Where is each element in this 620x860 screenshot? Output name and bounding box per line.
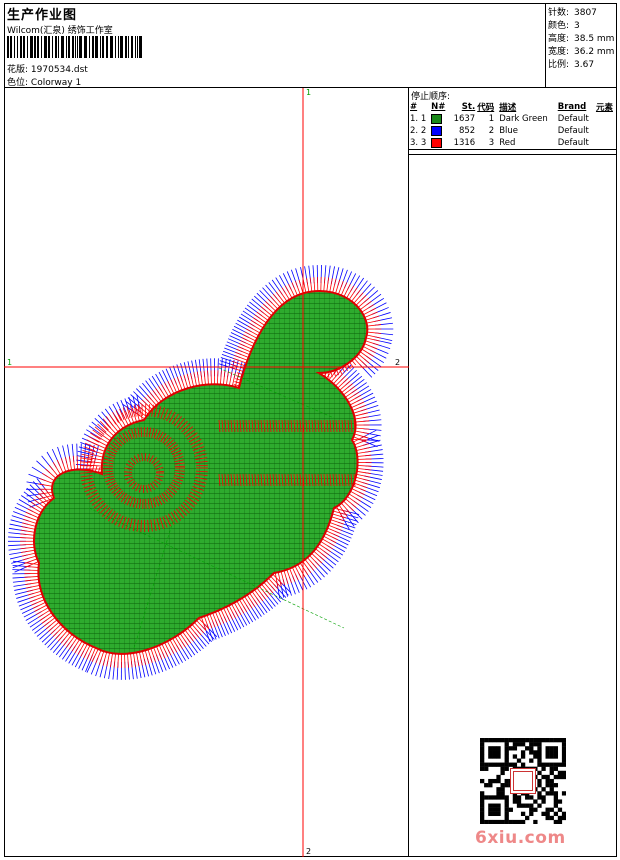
- row-brand: Default: [556, 137, 595, 150]
- embroidery-canvas: 1 1 2 2: [4, 88, 409, 857]
- row-stitches: 1637: [453, 114, 476, 124]
- col-hash: #: [410, 102, 418, 112]
- row-desc: Dark Green: [499, 114, 548, 124]
- col-desc: 描述: [499, 103, 517, 113]
- col-st: St.: [461, 102, 476, 112]
- row-stitches: 1316: [448, 137, 477, 150]
- table-row: 1. 1 1637 1 Dark Green Default: [409, 113, 617, 125]
- row-num: 3. 3: [409, 137, 431, 150]
- colorway-label: 色位:: [7, 78, 29, 88]
- col-n: N#: [431, 102, 446, 112]
- design-file: 花版: 1970534.dst: [7, 62, 88, 75]
- row-desc: Blue: [499, 126, 518, 136]
- stop-table-divider: [409, 154, 617, 155]
- row-desc: Red: [498, 137, 557, 150]
- stat-scale: 比例: 3.67: [548, 60, 595, 70]
- row-element: [595, 125, 617, 137]
- design-label: 花版:: [7, 65, 29, 75]
- colorway: 色位: Colorway 1: [7, 75, 81, 88]
- row-brand: Default: [557, 114, 589, 124]
- site-logo: 6xiu.com: [475, 828, 566, 848]
- design-value: 1970534.dst: [30, 65, 88, 75]
- row-code: 1: [488, 114, 495, 124]
- col-brand: Brand: [557, 102, 587, 112]
- axis-label-bottom: 2: [306, 847, 312, 856]
- row-swatch: [430, 137, 449, 150]
- company-name: Wilcom(汇泉) 绣饰工作室: [7, 26, 113, 36]
- stat-stitches: 针数: 3807: [548, 8, 597, 18]
- green-fill-area: [33, 290, 369, 655]
- row-brand: Default: [557, 126, 589, 136]
- header-panel: 生产作业图 Wilcom(汇泉) 绣饰工作室 花版: 1970534.dst 色…: [4, 3, 546, 88]
- row-element: [594, 137, 617, 150]
- row-swatch: [430, 113, 449, 125]
- row-stitches: 852: [458, 126, 476, 136]
- col-code: 代码: [477, 103, 495, 113]
- stat-height: 高度: 38.5 mm: [548, 34, 615, 44]
- row-element: [595, 113, 617, 125]
- row-code: 3: [476, 137, 499, 150]
- barcode: [7, 36, 142, 58]
- row-num: 2. 2: [410, 126, 427, 136]
- stat-width: 宽度: 36.2 mm: [548, 47, 615, 57]
- stop-sequence-table: # N# St. 代码 描述 Brand 元素 1. 1 1637 1 Dark Gr…: [409, 101, 617, 150]
- table-row: 2. 2 852 2 Blue Default: [409, 125, 617, 137]
- stat-colors: 颜色: 3: [548, 21, 580, 31]
- stats-panel: 针数: 3807 颜色: 3 高度: 38.5 mm 宽度: 36.2 mm 比例: 3.…: [545, 3, 617, 88]
- row-swatch: [430, 125, 449, 137]
- row-code: 2: [488, 126, 495, 136]
- axis-label-top: 1: [306, 88, 312, 97]
- embroidery-design: [4, 88, 409, 857]
- colorway-value: Colorway 1: [30, 78, 82, 88]
- table-row: 3. 3 1316 3 Red Default: [409, 137, 617, 150]
- seal-stamp: [510, 768, 536, 794]
- row-num: 1. 1: [410, 114, 427, 124]
- axis-label-right: 2: [395, 358, 401, 367]
- stop-sequence-panel: 停止顺序: # N# St. 代码 描述 Brand 元素 1. 1 1637 1 D…: [409, 88, 617, 857]
- col-element: 元素: [595, 103, 613, 113]
- page-title: 生产作业图: [7, 8, 78, 23]
- table-header: # N# St. 代码 描述 Brand 元素: [409, 101, 617, 113]
- axis-label-left: 1: [7, 358, 13, 367]
